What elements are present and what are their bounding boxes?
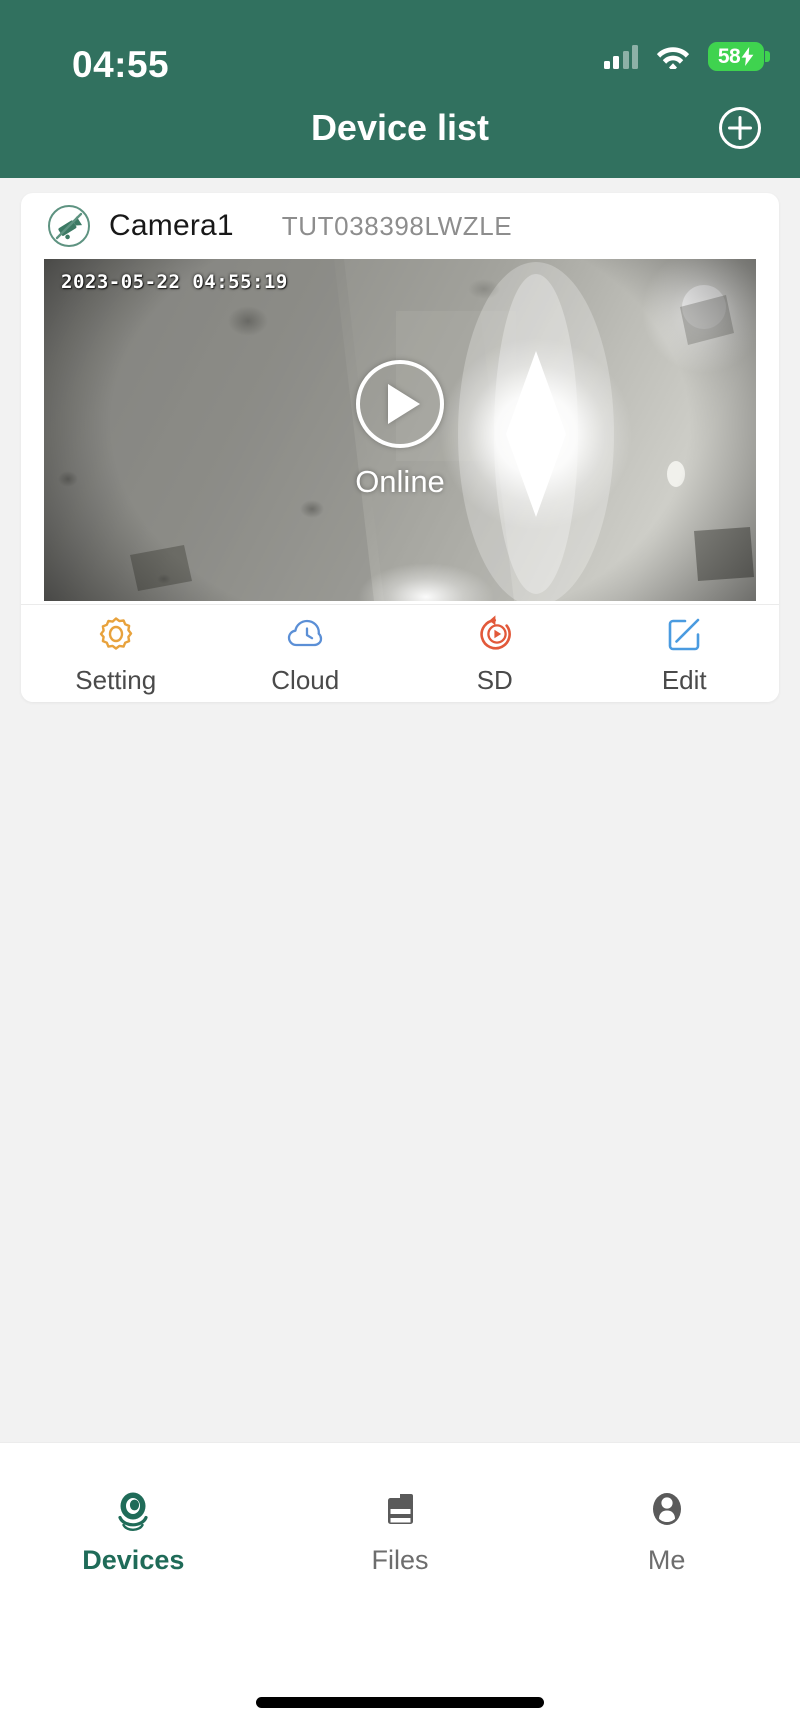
cellular-signal-icon bbox=[603, 44, 638, 69]
person-icon bbox=[652, 1493, 681, 1525]
video-play-overlay[interactable]: Online bbox=[44, 259, 756, 601]
page-title: Device list bbox=[310, 107, 490, 148]
status-bar-clock: 04:55 bbox=[72, 44, 170, 85]
folder-icon bbox=[388, 1494, 413, 1524]
play-triangle bbox=[388, 384, 420, 424]
battery-level-text: 58 bbox=[717, 45, 741, 68]
device-id: TUT038398LWZLE bbox=[281, 210, 513, 241]
device-card-header: Camera1 TUT038398LWZLE bbox=[21, 193, 779, 259]
status-bar: 04:55 58 bbox=[0, 22, 800, 85]
camera-disabled-icon bbox=[48, 205, 90, 247]
bottom-tab-bar: Devices Files Me bbox=[0, 1442, 800, 1734]
setting-label: Setting bbox=[75, 664, 157, 695]
device-card[interactable]: Camera1 TUT038398LWZLE 2023-05-22 04:55:… bbox=[21, 193, 779, 702]
edit-label: Edit bbox=[661, 664, 707, 695]
status-bar-indicators: 58 bbox=[603, 42, 770, 71]
lightning-bolt-icon bbox=[741, 47, 754, 66]
cloud-label: Cloud bbox=[271, 664, 340, 695]
cloud-button[interactable]: Cloud bbox=[210, 605, 400, 702]
tab-devices-label: Devices bbox=[82, 1545, 185, 1575]
gear-icon bbox=[99, 616, 132, 650]
setting-button[interactable]: Setting bbox=[21, 605, 211, 702]
sd-label: SD bbox=[476, 664, 513, 695]
device-status-label: Online bbox=[355, 464, 445, 499]
sd-playback-icon bbox=[480, 614, 511, 650]
sd-button[interactable]: SD bbox=[400, 605, 590, 702]
app-header: 04:55 58 Device list bbox=[0, 0, 800, 178]
device-action-bar: Setting Cloud SD Edit bbox=[21, 604, 779, 702]
edit-button[interactable]: Edit bbox=[589, 605, 779, 702]
battery-charging-icon: 58 bbox=[708, 42, 770, 71]
home-indicator[interactable] bbox=[256, 1697, 544, 1708]
app-root: 04:55 58 Device list Camera1 TUT038398LW… bbox=[0, 0, 800, 1734]
video-preview[interactable]: 2023-05-22 04:55:19 Online bbox=[44, 259, 756, 601]
tab-files[interactable]: Files bbox=[267, 1485, 534, 1576]
wifi-icon bbox=[656, 47, 690, 69]
tab-me-label: Me bbox=[647, 1545, 686, 1575]
tab-me[interactable]: Me bbox=[533, 1485, 800, 1576]
play-icon[interactable] bbox=[356, 360, 444, 448]
edit-pencil-icon bbox=[668, 618, 700, 650]
tab-list: Devices Files Me bbox=[0, 1443, 800, 1576]
cloud-clock-icon bbox=[288, 619, 323, 646]
camera-eye-icon bbox=[118, 1492, 148, 1532]
tab-files-label: Files bbox=[371, 1545, 429, 1575]
plus-circle-icon[interactable] bbox=[718, 106, 762, 150]
navigation-bar: Device list bbox=[0, 95, 800, 167]
tab-devices[interactable]: Devices bbox=[0, 1485, 267, 1576]
device-name: Camera1 bbox=[109, 209, 234, 242]
